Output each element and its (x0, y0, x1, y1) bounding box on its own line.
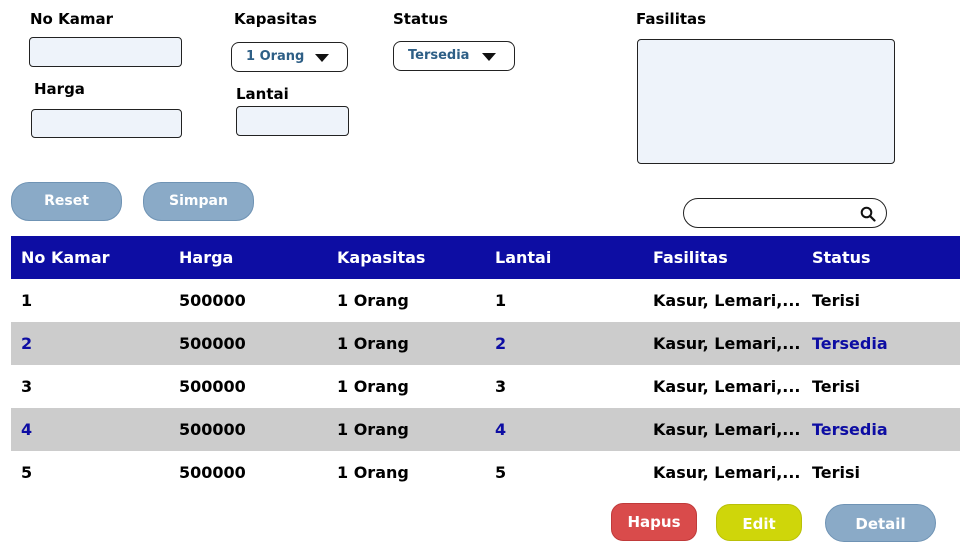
table-cell: Kasur, Lemari,.... (653, 463, 802, 482)
kapasitas-select-value: 1 Orang (246, 49, 305, 64)
table-cell: Kasur, Lemari,.... (643, 322, 802, 365)
table-cell: 2 (11, 322, 169, 365)
table-row[interactable]: 2 500000 1 Orang 2 Kasur, Lemari,.... Te… (11, 322, 960, 365)
table-row[interactable]: 4 500000 1 Orang 4 Kasur, Lemari,.... Te… (11, 408, 960, 451)
table-cell: 500000 (169, 408, 327, 451)
harga-input[interactable] (31, 109, 182, 138)
table-cell: 3 (495, 377, 507, 396)
harga-label: Harga (34, 80, 85, 98)
column-header[interactable]: Harga (169, 236, 327, 279)
detail-button[interactable]: Detail (825, 504, 936, 542)
table-cell: Tersedia (802, 408, 960, 451)
kapasitas-label: Kapasitas (234, 10, 317, 28)
fasilitas-textarea[interactable] (637, 39, 895, 164)
table-cell: 4 (11, 408, 169, 451)
table-cell: 5 (495, 463, 507, 482)
reset-button[interactable]: Reset (11, 182, 122, 221)
table-cell: 1 Orang (337, 291, 409, 310)
table-cell: 4 (485, 408, 643, 451)
column-header[interactable]: Lantai (485, 236, 643, 279)
table-cell: 1 Orang (337, 463, 409, 482)
table-cell: 500000 (179, 377, 246, 396)
lantai-input[interactable] (236, 106, 349, 136)
search-input[interactable] (683, 198, 887, 228)
no-kamar-input[interactable] (29, 37, 182, 67)
table-cell: 2 (485, 322, 643, 365)
table-cell: Kasur, Lemari,.... (653, 377, 802, 396)
table-cell: Terisi (812, 463, 861, 482)
table-cell: Kasur, Lemari,.... (653, 291, 802, 310)
table-cell: 1 (21, 291, 33, 310)
hapus-button[interactable]: Hapus (611, 503, 697, 541)
table-cell: Terisi (812, 291, 861, 310)
edit-button[interactable]: Edit (716, 504, 802, 541)
table-row[interactable]: 3 500000 1 Orang 3 Kasur, Lemari,.... Te… (11, 365, 960, 408)
table-cell: Kasur, Lemari,.... (643, 408, 802, 451)
simpan-button[interactable]: Simpan (143, 182, 254, 221)
rooms-table: No Kamar Harga Kapasitas Lantai Fasilita… (11, 236, 960, 494)
table-cell: Terisi (812, 377, 861, 396)
lantai-label: Lantai (236, 85, 289, 103)
search-icon[interactable] (860, 206, 876, 222)
table-row[interactable]: 1 500000 1 Orang 1 Kasur, Lemari,.... Te… (11, 279, 960, 322)
table-cell: 1 Orang (327, 322, 485, 365)
kapasitas-select[interactable]: 1 Orang (231, 42, 348, 72)
chevron-down-icon (482, 53, 496, 61)
table-row[interactable]: 5 500000 1 Orang 5 Kasur, Lemari,.... Te… (11, 451, 960, 494)
fasilitas-label: Fasilitas (636, 10, 707, 28)
table-cell: 5 (21, 463, 33, 482)
table-header-row: No Kamar Harga Kapasitas Lantai Fasilita… (11, 236, 960, 279)
chevron-down-icon (315, 54, 329, 62)
column-header[interactable]: No Kamar (11, 236, 169, 279)
table-cell: 1 Orang (337, 377, 409, 396)
table-cell: 1 Orang (327, 408, 485, 451)
table-cell: 500000 (169, 322, 327, 365)
column-header[interactable]: Status (802, 236, 960, 279)
column-header[interactable]: Fasilitas (643, 236, 802, 279)
status-select[interactable]: Tersedia (393, 41, 515, 71)
table-cell: 500000 (179, 291, 246, 310)
status-select-value: Tersedia (408, 48, 470, 63)
no-kamar-label: No Kamar (30, 10, 113, 28)
column-header[interactable]: Kapasitas (327, 236, 485, 279)
table-cell: 3 (21, 377, 33, 396)
table-cell: 1 (495, 291, 507, 310)
table-cell: 500000 (179, 463, 246, 482)
table-cell: Tersedia (802, 322, 960, 365)
status-label: Status (393, 10, 448, 28)
